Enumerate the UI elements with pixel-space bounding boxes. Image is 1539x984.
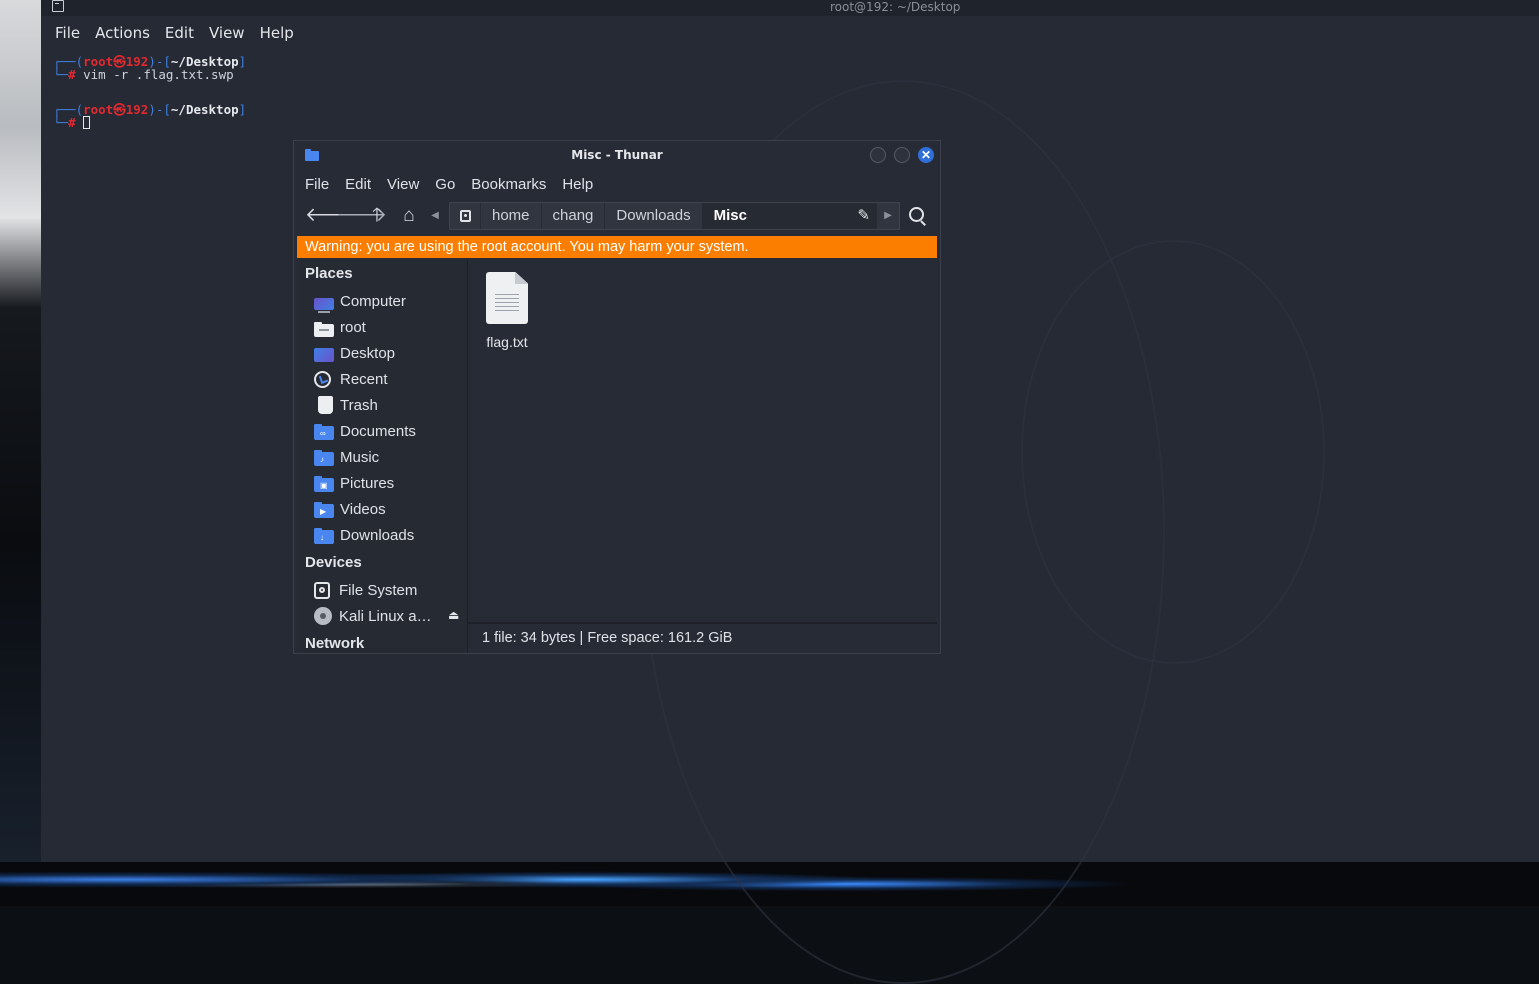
- sidebar-item-label: Videos: [340, 500, 386, 518]
- sidebar-item-label: Computer: [340, 292, 406, 310]
- menu-file[interactable]: File: [305, 176, 329, 193]
- terminal-menu-actions[interactable]: Actions: [95, 24, 150, 42]
- path-segment-misc[interactable]: Misc: [702, 203, 759, 229]
- downloads-folder-icon: ↓: [314, 528, 334, 544]
- sidebar-item-trash[interactable]: Trash: [314, 394, 378, 416]
- thunar-window[interactable]: Misc - Thunar ✕ File Edit View Go Bookma…: [293, 140, 941, 654]
- sidebar-item-downloads[interactable]: ↓ Downloads: [314, 524, 414, 546]
- filesystem-root-button[interactable]: [450, 203, 481, 229]
- close-button[interactable]: ✕: [918, 147, 934, 163]
- pathbar: home chang Downloads Misc ✎ ▶: [449, 202, 900, 230]
- sidebar-item-computer[interactable]: Computer: [314, 290, 406, 313]
- back-arrow-icon[interactable]: 🡐: [305, 205, 356, 227]
- hard-drive-icon: [314, 581, 330, 599]
- search-icon: [909, 207, 924, 222]
- terminal-titlebar[interactable]: root@192: ~/Desktop: [41, 0, 1539, 16]
- terminal-menu-view[interactable]: View: [209, 24, 245, 42]
- command-line-1: └─# vim -r .flag.txt.swp: [53, 67, 234, 82]
- minimize-button[interactable]: [870, 147, 886, 163]
- menu-go[interactable]: Go: [435, 176, 455, 193]
- prompt-path: ~/Desktop: [170, 102, 239, 117]
- path-right-arrow-icon[interactable]: ▶: [876, 203, 899, 229]
- thunar-menubar: File Edit View Go Bookmarks Help: [305, 176, 593, 193]
- sidebar-item-desktop[interactable]: Desktop: [314, 342, 395, 364]
- menu-help[interactable]: Help: [562, 176, 593, 193]
- disk-icon: [459, 210, 471, 222]
- status-bar: 1 file: 34 bytes | Free space: 161.2 GiB: [468, 622, 937, 653]
- sidebar-item-label: Pictures: [340, 474, 395, 492]
- menu-bookmarks[interactable]: Bookmarks: [471, 176, 546, 193]
- desktop-icon: [314, 348, 334, 362]
- maximize-button[interactable]: [894, 147, 910, 163]
- wallpaper-curve: [1021, 240, 1325, 664]
- thunar-titlebar[interactable]: Misc - Thunar ✕: [294, 141, 940, 171]
- sidebar-item-label: Documents: [340, 422, 416, 440]
- videos-folder-icon: ▶: [314, 502, 334, 518]
- path-segment-downloads[interactable]: Downloads: [605, 203, 703, 229]
- terminal-icon: [52, 0, 64, 12]
- pencil-icon[interactable]: ✎: [857, 206, 870, 224]
- up-arrow-icon[interactable]: 🡑: [366, 205, 388, 227]
- path-left-arrow-icon[interactable]: ◀: [427, 205, 443, 227]
- sidebar: Places Computer root Desktop Recent Tras…: [297, 260, 467, 653]
- sidebar-item-label: File System: [339, 581, 418, 599]
- sidebar-item-label: Trash: [340, 396, 378, 414]
- sidebar-item-label: root: [340, 318, 366, 336]
- path-segment-home[interactable]: home: [481, 203, 542, 229]
- sidebar-item-kali-disc[interactable]: Kali Linux a… ⏏: [314, 605, 464, 627]
- sidebar-heading-network[interactable]: Network: [305, 635, 364, 652]
- sidebar-item-filesystem[interactable]: File System: [314, 579, 417, 601]
- sidebar-heading-places[interactable]: Places: [305, 265, 353, 282]
- clock-icon: [314, 370, 331, 388]
- sidebar-item-label: Recent: [340, 370, 388, 388]
- sidebar-item-recent[interactable]: Recent: [314, 368, 388, 390]
- trash-icon: [318, 396, 333, 414]
- terminal-menubar: File Actions Edit View Help: [55, 24, 294, 42]
- eject-icon[interactable]: ⏏: [448, 608, 459, 622]
- forward-arrow-icon[interactable]: 🡒: [336, 205, 387, 227]
- sidebar-heading-devices[interactable]: Devices: [305, 554, 362, 571]
- sidebar-item-label: Downloads: [340, 526, 415, 544]
- menu-view[interactable]: View: [387, 176, 419, 193]
- terminal-cursor: [83, 116, 91, 129]
- menu-edit[interactable]: Edit: [345, 176, 371, 193]
- text-file-icon: [486, 272, 528, 324]
- path-segment-chang[interactable]: chang: [542, 203, 606, 229]
- optical-disc-icon: [314, 607, 332, 625]
- sidebar-item-pictures[interactable]: ▣ Pictures: [314, 472, 394, 494]
- computer-icon: [314, 298, 334, 313]
- sidebar-item-documents[interactable]: ∞ Documents: [314, 420, 416, 442]
- sidebar-item-label: Desktop: [340, 344, 396, 362]
- documents-folder-icon: ∞: [314, 424, 334, 440]
- command-line-2[interactable]: └─#: [53, 115, 91, 130]
- music-folder-icon: ♪: [314, 450, 334, 466]
- sidebar-item-music[interactable]: ♪ Music: [314, 446, 379, 468]
- toolbar: 🡐 🡒 🡑 ⌂ ◀ home chang Downloads Misc ✎ ▶: [294, 201, 940, 231]
- file-name: flag.txt: [486, 334, 528, 350]
- terminal-menu-edit[interactable]: Edit: [165, 24, 194, 42]
- prompt-host: 192: [125, 102, 149, 117]
- terminal-menu-help[interactable]: Help: [260, 24, 294, 42]
- root-warning-bar: Warning: you are using the root account.…: [297, 236, 937, 258]
- home-icon[interactable]: ⌂: [398, 205, 420, 227]
- terminal-title: root@192: ~/Desktop: [830, 0, 961, 14]
- pictures-folder-icon: ▣: [314, 476, 334, 492]
- sidebar-item-label: Music: [340, 448, 380, 466]
- sidebar-item-label: Kali Linux a…: [339, 607, 432, 625]
- path-entry[interactable]: ✎: [758, 203, 876, 229]
- command-text: vim -r .flag.txt.swp: [83, 67, 234, 82]
- search-button[interactable]: [906, 205, 928, 227]
- sidebar-item-root[interactable]: root: [314, 316, 366, 338]
- home-folder-icon: [314, 321, 334, 337]
- desktop-wallpaper-left: [0, 0, 41, 906]
- file-view[interactable]: flag.txt: [468, 260, 937, 622]
- file-item[interactable]: flag.txt: [480, 272, 534, 350]
- window-title: Misc - Thunar: [571, 148, 663, 162]
- terminal-menu-file[interactable]: File: [55, 24, 80, 42]
- sidebar-item-videos[interactable]: ▶ Videos: [314, 498, 386, 520]
